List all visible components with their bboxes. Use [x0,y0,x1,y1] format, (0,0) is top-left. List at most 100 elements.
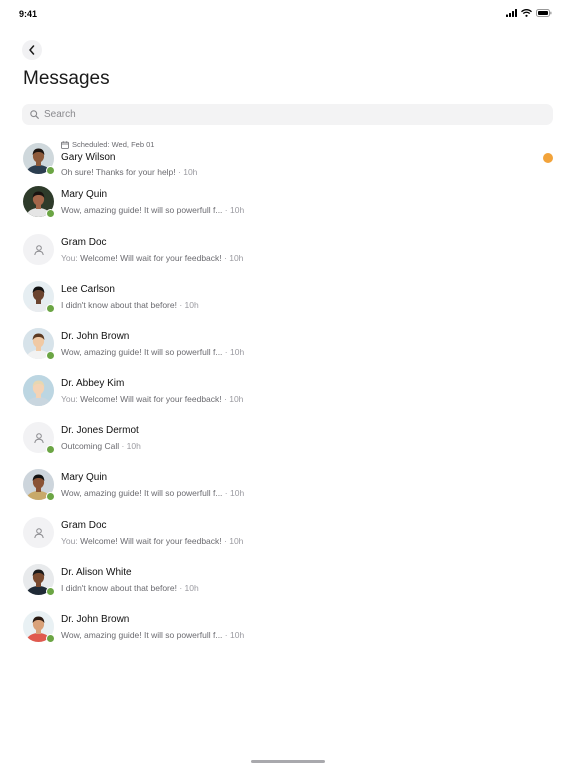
message-time: · 10h [179,300,199,310]
contact-name: Dr. Abbey Kim [61,378,125,389]
avatar [23,234,54,265]
message-time: · 10h [179,583,199,593]
online-status-dot [46,209,55,218]
message-preview: Wow, amazing guide! It will so powerfull… [61,630,244,640]
sender-prefix: You: [61,253,78,263]
message-time: · 10h [224,394,244,404]
message-preview: You: Welcome! Will wait for your feedbac… [61,394,243,404]
online-status-dot [46,587,55,596]
contact-name: Gram Doc [61,520,107,531]
conversation-row[interactable]: Scheduled: Wed, Feb 01 Gary Wilson Oh sure… [0,136,576,182]
chevron-left-icon [29,45,35,55]
contact-name: Dr. Jones Dermot [61,425,139,436]
message-text: Welcome! Will wait for your feedback! [80,253,222,263]
message-time: · 10h [224,488,245,498]
message-preview: I didn't know about that before! · 10h [61,300,199,310]
message-text: Welcome! Will wait for your feedback! [80,394,222,404]
message-text: Outcoming Call [61,441,120,451]
status-time: 9:41 [19,9,38,19]
contact-name: Mary Quin [61,189,108,200]
avatar-photo [23,375,54,406]
calendar-icon [61,140,69,149]
contact-name: Lee Carlson [61,284,115,295]
avatar [23,281,55,313]
conversation-row[interactable]: Dr. Jones Dermot Outcoming Call · 10h [0,420,576,466]
avatar [23,375,54,406]
message-preview: Oh sure! Thanks for your help! · 10h [61,167,197,177]
avatar [23,422,55,454]
status-bar: 9:41 [0,0,576,28]
contact-name: Dr. Alison White [61,567,132,578]
avatar [23,328,55,360]
online-status-dot [46,492,55,501]
message-text: Oh sure! Thanks for your help! [61,167,176,177]
conversation-row[interactable]: Lee Carlson I didn't know about that befo… [0,279,576,325]
message-preview: Wow, amazing guide! It will so powerfull… [61,205,244,215]
message-text: I didn't know about that before! [61,300,177,310]
contact-name: Dr. John Brown [61,331,130,342]
message-text: Wow, amazing guide! It will so powerfull… [61,630,223,640]
avatar-placeholder [23,234,54,265]
message-time: · 10h [224,536,244,546]
message-text: I didn't know about that before! [61,583,177,593]
avatar [23,469,55,501]
online-status-dot [46,304,55,313]
search-bar[interactable] [22,104,553,125]
contact-name: Gary Wilson [61,152,116,163]
back-button[interactable] [22,40,42,60]
unread-indicator [543,153,553,163]
message-time: · 10h [224,347,245,357]
conversation-row[interactable]: Mary Quin Wow, amazing guide! It will so … [0,184,576,230]
avatar [23,517,54,548]
contact-name: Dr. John Brown [61,614,130,625]
message-time: · 10h [121,441,141,451]
conversation-row[interactable]: Mary Quin Wow, amazing guide! It will so … [0,467,576,513]
sender-prefix: You: [61,536,78,546]
conversation-row[interactable]: Gram Doc You: Welcome! Will wait for your… [0,232,576,278]
avatar [23,143,55,175]
message-preview: You: Welcome! Will wait for your feedbac… [61,253,243,263]
user-placeholder-icon [33,432,44,443]
message-text: Welcome! Will wait for your feedback! [80,536,222,546]
search-icon [30,110,39,119]
message-preview: I didn't know about that before! · 10h [61,583,199,593]
message-preview: Wow, amazing guide! It will so powerfull… [61,488,244,498]
conversation-row[interactable]: Dr. Alison White I didn't know about that… [0,562,576,608]
message-preview: Outcoming Call · 10h [61,441,141,451]
page-title: Messages [23,68,110,89]
online-status-dot [46,166,55,175]
message-preview: You: Welcome! Will wait for your feedbac… [61,536,243,546]
online-status-dot [46,634,55,643]
message-time: · 10h [224,253,244,263]
avatar [23,611,55,643]
contact-name: Gram Doc [61,237,107,248]
scheduled-text: Scheduled: Wed, Feb 01 [72,140,155,149]
avatar-placeholder [23,517,54,548]
wifi-icon [521,9,532,17]
message-text: Wow, amazing guide! It will so powerfull… [61,205,223,215]
message-time: · 10h [178,167,198,177]
user-placeholder-icon [33,527,44,538]
contact-name: Mary Quin [61,472,108,483]
conversation-row[interactable]: Dr. John Brown Wow, amazing guide! It wil… [0,609,576,655]
search-input[interactable] [44,109,524,120]
conversation-row[interactable]: Dr. Abbey Kim You: Welcome! Will wait for… [0,373,576,419]
scheduled-label: Scheduled: Wed, Feb 01 [61,140,154,149]
message-preview: Wow, amazing guide! It will so powerfull… [61,347,244,357]
avatar [23,564,55,596]
signal-icon [506,9,517,17]
conversation-row[interactable]: Dr. John Brown Wow, amazing guide! It wil… [0,326,576,372]
message-text: Wow, amazing guide! It will so powerfull… [61,488,223,498]
avatar [23,186,55,218]
status-icons [506,9,552,17]
message-time: · 10h [224,630,245,640]
home-indicator[interactable] [251,760,325,763]
online-status-dot [46,445,55,454]
message-time: · 10h [224,205,245,215]
message-text: Wow, amazing guide! It will so powerfull… [61,347,223,357]
conversation-row[interactable]: Gram Doc You: Welcome! Will wait for your… [0,515,576,561]
battery-icon [536,9,552,17]
sender-prefix: You: [61,394,78,404]
online-status-dot [46,351,55,360]
user-placeholder-icon [33,244,44,255]
